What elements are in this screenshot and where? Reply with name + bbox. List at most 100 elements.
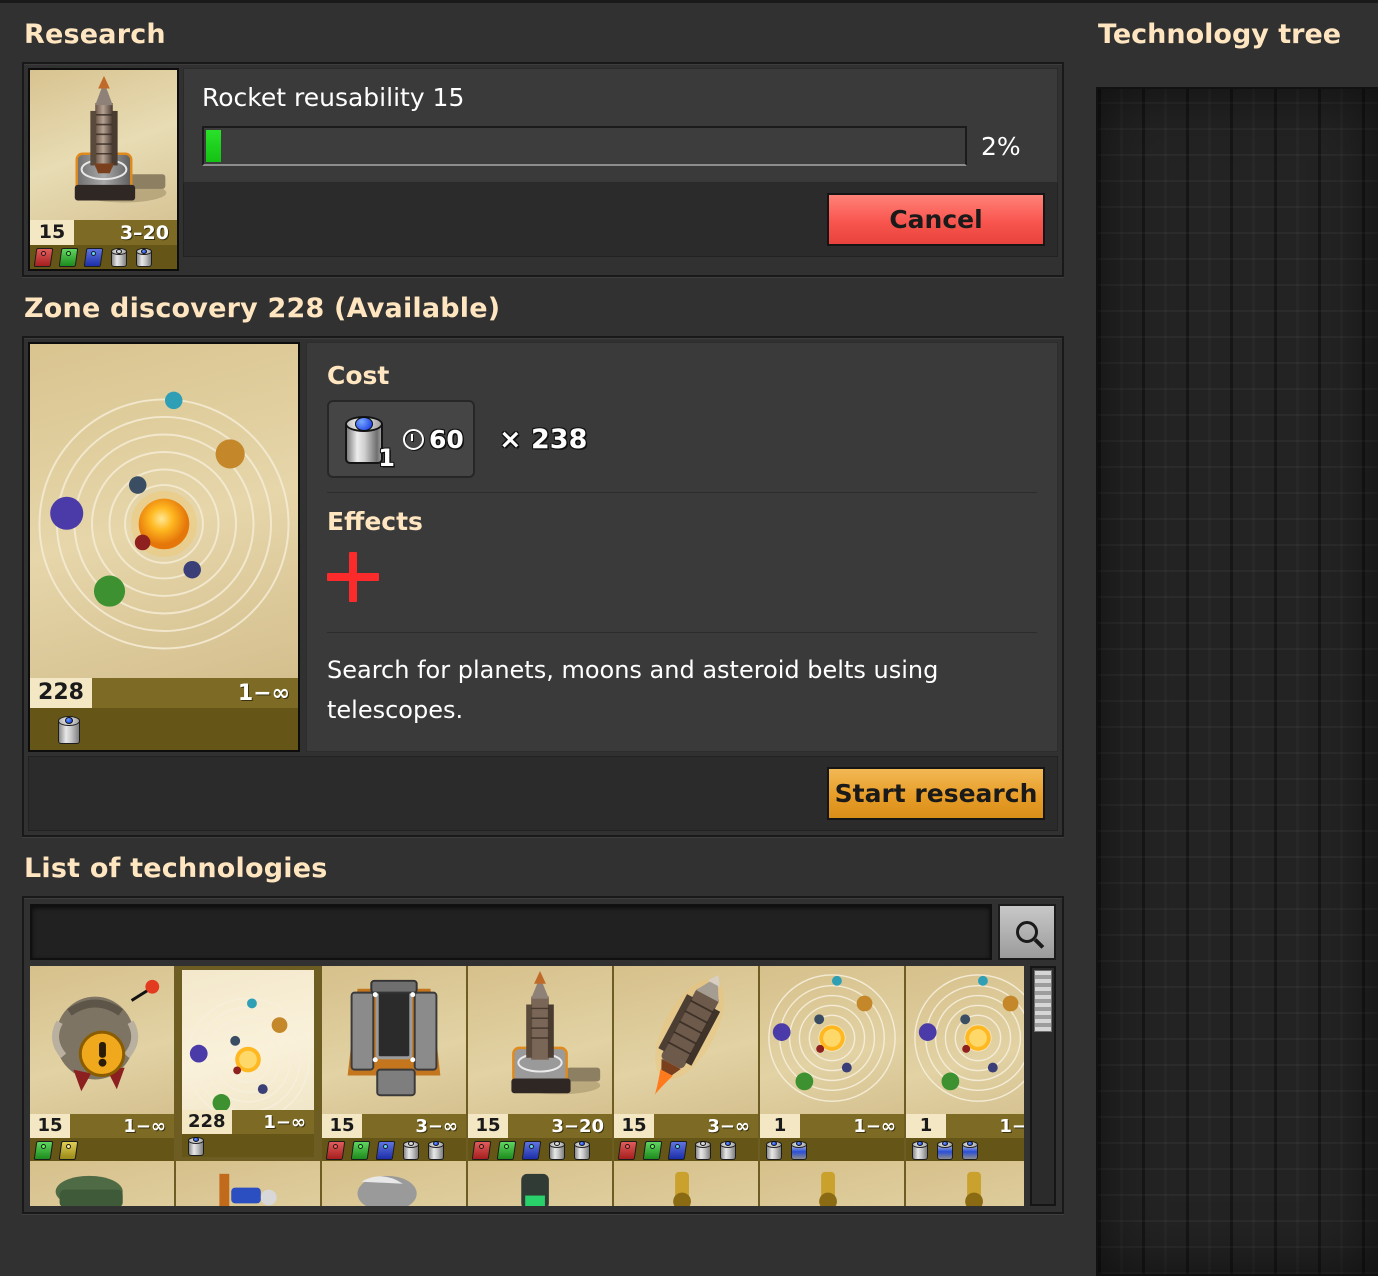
science-pack-bar (30, 245, 177, 269)
research-panel: Research 15 3–20 Rocket reusability 15 2… (0, 0, 1086, 1276)
character-icon (176, 1161, 320, 1206)
science-pack-bar (760, 1138, 904, 1161)
search-input[interactable] (30, 904, 992, 960)
tech-tile-solar-system-b[interactable]: 1 1−∞ (906, 966, 1024, 1161)
technology-tree-title: Technology tree (1098, 19, 1342, 50)
cost-time: 60 (403, 425, 464, 454)
chemical-science-pack-icon (666, 1139, 690, 1161)
science-pack-bar (906, 1138, 1024, 1161)
technology-list-panel: 15 1−∞ 228 1−∞ 15 3−∞ 15 3−20 15 3−∞ 1 1… (22, 896, 1064, 1214)
level-range: 3−20 (551, 1115, 604, 1137)
selected-tech-heading: Zone discovery 228 (Available) (24, 293, 501, 324)
automation-science-pack-icon (616, 1139, 640, 1161)
chemical-science-pack-icon (374, 1139, 398, 1161)
cost-slot[interactable]: 1 60 (327, 400, 475, 478)
logistic-science-pack-icon (495, 1139, 519, 1161)
utility-science-pack-icon (570, 1139, 594, 1161)
level-bar: 15 3−20 (468, 1114, 612, 1138)
selected-tech-info: Cost 1 60 × 238 Effects Search for plane… (306, 342, 1058, 752)
science-pack-bar (614, 1138, 758, 1161)
inserter-icon (614, 1161, 758, 1206)
technology-tree-panel: Technology tree (1086, 0, 1378, 1276)
chemical-science-pack-icon (82, 246, 106, 268)
cost-row: 1 60 × 238 (327, 400, 1037, 484)
technology-tree-canvas[interactable] (1096, 87, 1378, 1276)
start-research-button[interactable]: Start research (827, 767, 1045, 820)
rocket-icon (614, 966, 758, 1113)
production-science-pack-icon (762, 1139, 786, 1161)
level-range: 3–20 (119, 221, 169, 244)
cost-pack-quantity: 1 (378, 444, 395, 472)
tech-tile-row2-c[interactable] (322, 1161, 468, 1206)
production-science-pack-icon (545, 1139, 569, 1161)
tech-tile-enemy-expansion[interactable]: 15 1−∞ (30, 966, 176, 1161)
list-title: List of technologies (24, 853, 328, 884)
level-range: 1−∞ (123, 1115, 166, 1137)
selected-tech-icon[interactable]: 228 1−∞ (28, 342, 300, 752)
utility-science-pack-icon (716, 1139, 740, 1161)
science-pack-bar (30, 1138, 174, 1161)
tank-icon (30, 1161, 174, 1206)
technology-grid-scrollbar[interactable] (1030, 966, 1056, 1206)
level-value: 228 (30, 678, 92, 708)
plus-icon (327, 550, 381, 604)
tech-description: Search for planets, moons and asteroid b… (327, 656, 939, 724)
tech-tile-row2-e[interactable] (614, 1161, 760, 1206)
level-range: 1−∞ (263, 1111, 306, 1133)
inserter-icon (760, 1161, 904, 1206)
tech-tile-rocket-silo[interactable]: 15 3−20 (468, 966, 614, 1161)
module-icon (468, 1161, 612, 1206)
current-research-actions: Cancel (183, 183, 1058, 257)
production-science-pack-icon (399, 1139, 423, 1161)
tech-tile-row2-d[interactable] (468, 1161, 614, 1206)
tech-tile-zone-discovery[interactable]: 228 1−∞ (176, 966, 322, 1161)
level-value: 228 (182, 1110, 232, 1134)
tech-tile-row2-g[interactable] (906, 1161, 1024, 1206)
level-range: 1−∞ (237, 680, 290, 706)
solar-system-icon (760, 966, 904, 1113)
production-science-pack-icon (107, 246, 131, 268)
selected-tech-actions: Start research (28, 756, 1058, 831)
cost-title: Cost (327, 361, 390, 390)
military-science-pack-icon (57, 1139, 81, 1161)
production-science-pack-icon (691, 1139, 715, 1161)
clock-icon (403, 428, 424, 450)
tech-tile-rocket[interactable]: 15 3−∞ (614, 966, 760, 1161)
cancel-button[interactable]: Cancel (827, 193, 1045, 246)
research-progress-bar (202, 126, 967, 166)
level-value: 15 (614, 1114, 654, 1138)
current-research-icon[interactable]: 15 3–20 (28, 68, 179, 271)
level-bar: 15 3–20 (30, 220, 177, 245)
current-research-info: Rocket reusability 15 2% (183, 68, 1058, 183)
chemical-science-pack-icon (520, 1139, 544, 1161)
cost-time-value: 60 (429, 424, 464, 454)
space-science-pack-icon (184, 1135, 208, 1157)
scrollbar-thumb[interactable] (1034, 970, 1052, 1032)
space-science-pack-icon (52, 712, 86, 746)
search-bar (24, 898, 1062, 966)
production-science-pack-icon (908, 1139, 932, 1161)
rocket-silo-icon (30, 70, 177, 221)
tech-tile-row2-b[interactable] (176, 1161, 322, 1206)
tech-tile-solar-system-a[interactable]: 1 1−∞ (760, 966, 906, 1161)
solar-system-icon (906, 966, 1024, 1113)
logistic-science-pack-icon (57, 246, 81, 268)
selected-tech-body: 228 1−∞ Cost 1 60 × 238 Effects Search f… (24, 338, 1062, 756)
search-button[interactable] (998, 904, 1056, 960)
automation-science-pack-icon (32, 246, 56, 268)
level-bar: 1 1−∞ (906, 1114, 1024, 1138)
automation-science-pack-icon (470, 1139, 494, 1161)
level-value: 15 (30, 1114, 70, 1138)
level-bar: 15 1−∞ (30, 1114, 174, 1138)
tech-tile-row2-a[interactable] (30, 1161, 176, 1206)
tech-tile-row2-f[interactable] (760, 1161, 906, 1206)
tech-tile-cargo-pod[interactable]: 15 3−∞ (322, 966, 468, 1161)
level-bar: 228 1−∞ (30, 678, 298, 708)
automation-science-pack-icon (324, 1139, 348, 1161)
science-pack-bar (30, 708, 298, 750)
level-value: 15 (30, 220, 74, 245)
utility-science-pack-icon (424, 1139, 448, 1161)
current-research-name: Rocket reusability 15 (202, 83, 465, 112)
level-range: 3−∞ (415, 1115, 458, 1137)
science-pack-bar (322, 1138, 466, 1161)
